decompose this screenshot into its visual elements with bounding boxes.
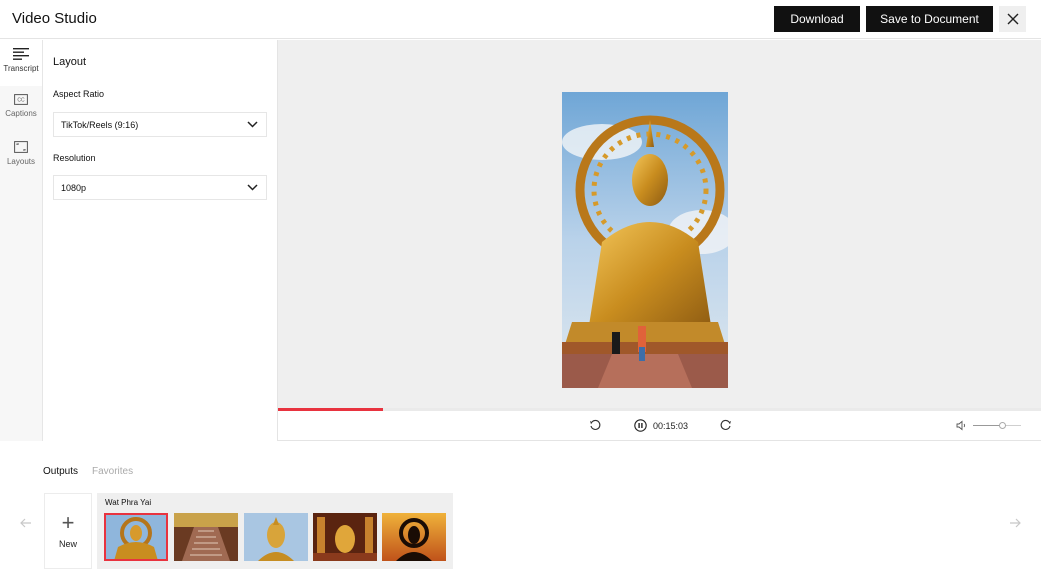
tab-favorites[interactable]: Favorites (92, 466, 133, 477)
video-preview-area (278, 40, 1041, 408)
pause-button[interactable] (633, 418, 647, 432)
output-group-title: Wat Phra Yai (105, 498, 152, 507)
plus-icon: + (61, 510, 75, 535)
app-title: Video Studio (12, 10, 97, 27)
close-icon (1007, 13, 1018, 25)
arrow-left-icon[interactable] (19, 516, 33, 530)
panel-title: Layout (53, 56, 87, 68)
download-button[interactable]: Download (774, 6, 860, 32)
volume-icon[interactable] (956, 420, 967, 431)
chevron-down-icon (247, 121, 258, 128)
volume-fill (973, 425, 1002, 426)
sidebar-item-label: Layouts (6, 157, 36, 166)
new-output-button[interactable]: + New (44, 493, 92, 569)
layouts-icon (14, 141, 28, 153)
aspect-ratio-label: Aspect Ratio (53, 89, 105, 99)
sidebar-item-layouts[interactable]: Layouts (0, 134, 42, 180)
thumbnail-5[interactable] (382, 513, 446, 561)
rewind-button[interactable] (588, 418, 602, 432)
sidebar-item-transcript[interactable]: Transcript (0, 40, 42, 86)
captions-icon: CC (14, 94, 28, 105)
buddha-statue-image (562, 92, 728, 388)
resolution-select[interactable]: 1080p (53, 175, 267, 200)
sidebar-item-label: Captions (5, 109, 37, 118)
chevron-down-icon (247, 184, 258, 191)
save-to-document-button[interactable]: Save to Document (866, 6, 993, 32)
transcript-icon (13, 48, 29, 60)
thumbnail-4[interactable] (313, 513, 377, 561)
sidebar-item-label: Transcript (3, 64, 39, 73)
top-bar: Video Studio Download Save to Document (0, 0, 1041, 39)
progress-fill (278, 408, 384, 411)
new-output-label: New (58, 539, 77, 549)
layout-panel: Layout Aspect Ratio TikTok/Reels (9:16) … (43, 40, 278, 441)
video-preview[interactable] (562, 92, 728, 388)
volume-slider[interactable] (973, 422, 1021, 429)
thumbnail-3[interactable] (244, 513, 308, 561)
forward-button[interactable] (719, 418, 733, 432)
sidebar-item-captions[interactable]: CC Captions (0, 87, 42, 133)
tab-outputs[interactable]: Outputs (43, 466, 78, 477)
aspect-ratio-value: TikTok/Reels (9:16) (61, 119, 139, 130)
forward-icon (720, 419, 731, 430)
progress-bar[interactable] (278, 408, 1041, 411)
thumbnail-2[interactable] (174, 513, 238, 561)
sidebar-rail: Transcript CC Captions Layouts (0, 40, 43, 441)
resolution-label: Resolution (53, 153, 96, 163)
aspect-ratio-select[interactable]: TikTok/Reels (9:16) (53, 112, 267, 137)
output-group: Wat Phra Yai (97, 493, 453, 569)
outputs-strip: Outputs Favorites + New Wat Phra Yai (0, 441, 1041, 585)
pause-icon (633, 418, 647, 432)
rewind-icon (590, 419, 601, 430)
close-button[interactable] (999, 6, 1026, 32)
volume-knob[interactable] (998, 422, 1006, 429)
thumbnail-1[interactable] (104, 513, 168, 561)
player-controls: 00:15:03 (278, 408, 1041, 441)
resolution-value: 1080p (61, 182, 87, 193)
svg-text:CC: CC (17, 98, 25, 104)
arrow-right-icon[interactable] (1008, 516, 1022, 530)
playback-time: 00:15:03 (653, 421, 689, 431)
